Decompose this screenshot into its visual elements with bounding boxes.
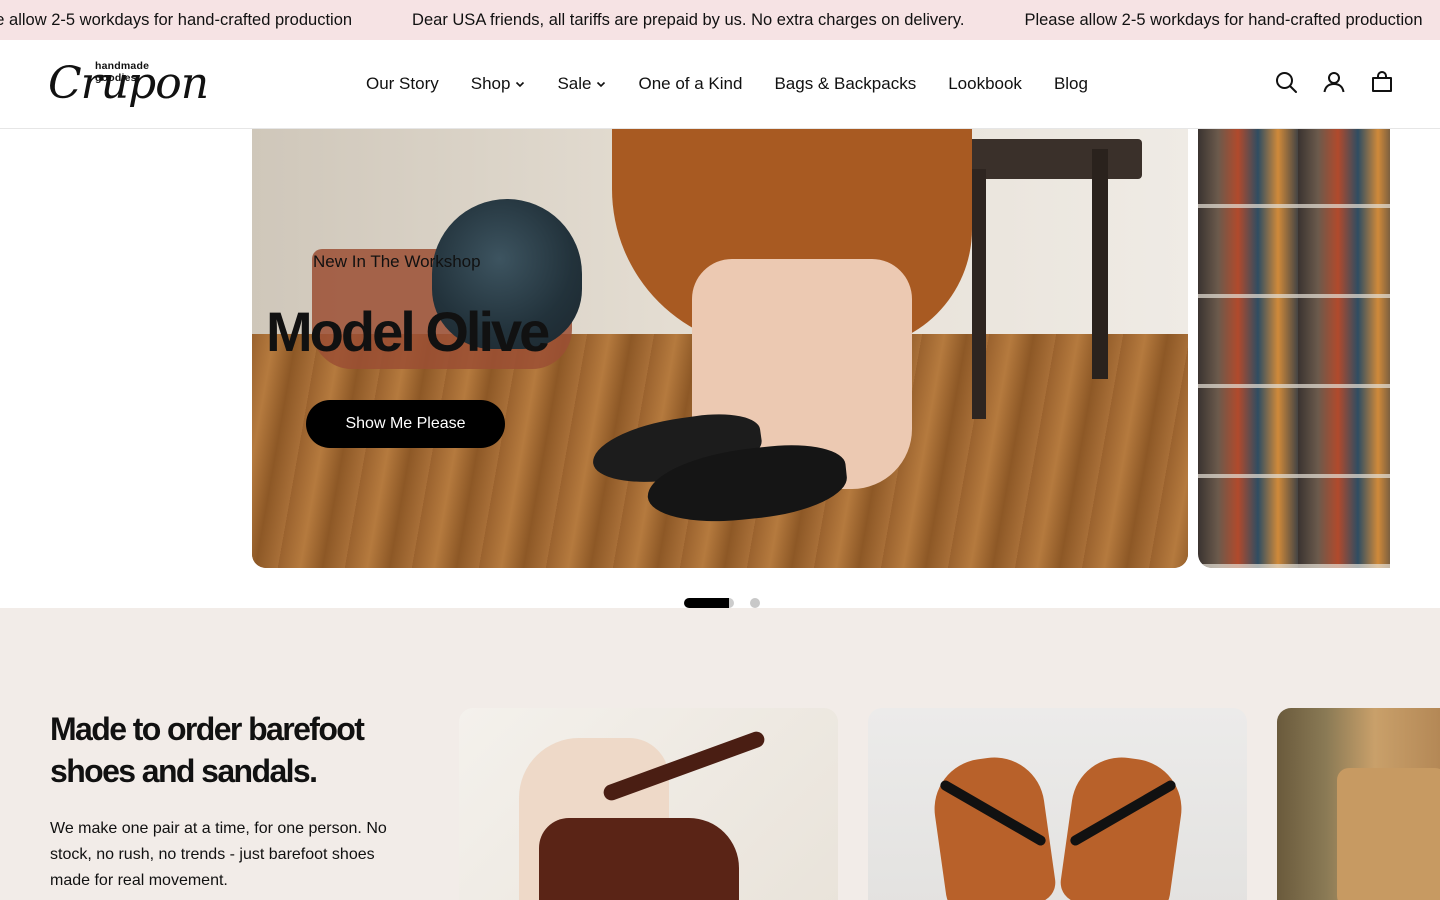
nav-item-label: Bags & Backpacks [774,74,917,93]
header-actions [1274,70,1394,94]
search-icon[interactable] [1274,70,1298,94]
logo-wordmark: Crupon [48,58,209,109]
nav-item-our-story[interactable]: Our Story [366,74,439,94]
product-card[interactable] [459,708,838,900]
cart-icon[interactable] [1370,70,1394,94]
nav-item-shop[interactable]: Shop [471,74,526,94]
announcement-message: Dear USA friends, all tariffs are prepai… [412,10,965,29]
announcement-track: Please allow 2-5 workdays for hand-craft… [0,0,1440,40]
hero-image-chair [942,129,1142,429]
hero-slider: New In The Workshop Model Olive Show Me … [0,129,1440,608]
slider-dot-active[interactable] [684,598,734,608]
product-card[interactable] [1277,708,1440,900]
slider-dot[interactable] [750,598,760,608]
site-header: handmade goodies Crupon Our Story Shop S… [0,40,1440,129]
nav-item-lookbook[interactable]: Lookbook [948,74,1022,94]
nav-item-label: Blog [1053,74,1088,93]
hero-eyebrow: New In The Workshop [313,252,481,271]
product-card[interactable] [868,708,1247,900]
product-image-sandal [1058,751,1188,900]
hero-title: Model Olive [266,300,550,363]
product-image-sandal [539,818,739,900]
nav-item-label: Shop [470,74,511,93]
show-me-button[interactable]: Show Me Please [306,400,505,448]
nav-item-label: One of a Kind [638,74,743,93]
announcement-message: Please allow 2-5 workdays for hand-craft… [0,10,353,29]
nav-item-sale[interactable]: Sale [557,74,606,94]
intro-title: Made to order barefoot shoes and sandals… [50,711,365,789]
product-image-sandal [928,751,1058,900]
chevron-down-icon [597,81,606,88]
nav-item-label: Lookbook [948,74,1022,93]
intro-section: Made to order barefoot shoes and sandals… [0,608,1440,900]
nav-item-label: Sale [557,74,592,93]
account-icon[interactable] [1322,70,1346,94]
slider-pagination [684,598,760,608]
announcement-message: Please allow 2-5 workdays for hand-craft… [1024,10,1423,29]
logo[interactable]: handmade goodies Crupon [48,58,209,112]
nav-item-bags-backpacks[interactable]: Bags & Backpacks [774,74,916,94]
hero-slide[interactable]: New In The Workshop Model Olive Show Me … [252,129,1188,568]
intro-text: We make one pair at a time, for one pers… [50,820,387,889]
nav-item-label: Our Story [366,74,439,93]
chevron-down-icon [516,81,525,88]
nav-item-blog[interactable]: Blog [1054,74,1088,94]
nav-item-one-of-a-kind[interactable]: One of a Kind [638,74,742,94]
hero-slide-next[interactable] [1198,129,1390,568]
product-image-backpack [1337,768,1440,900]
announcement-bar: Please allow 2-5 workdays for hand-craft… [0,0,1440,40]
main-nav: Our Story Shop Sale One of a Kind Bags &… [366,40,1120,128]
